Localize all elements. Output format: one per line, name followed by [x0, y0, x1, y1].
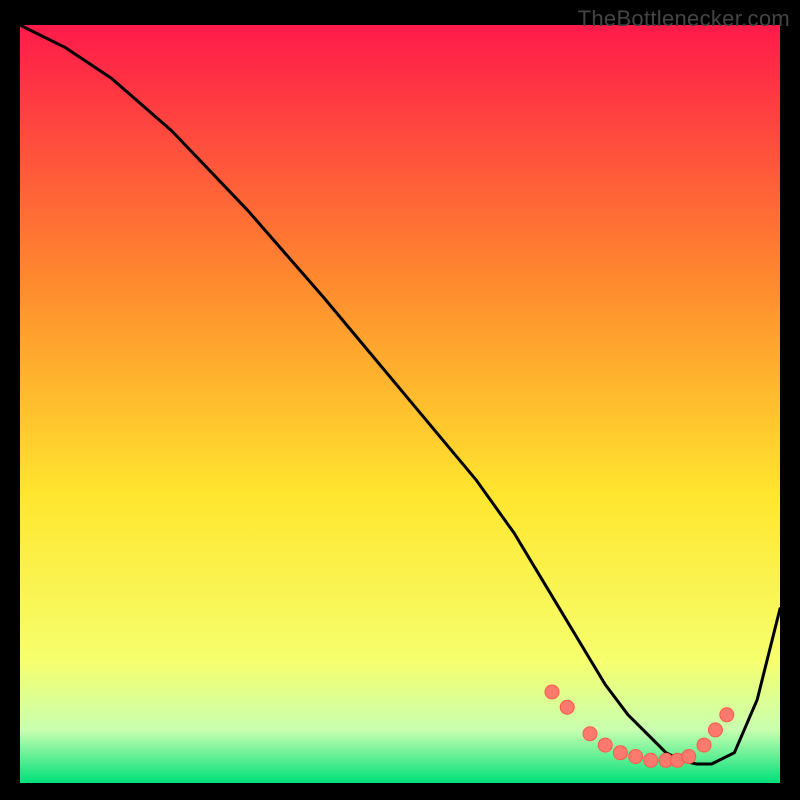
bottleneck-chart [0, 0, 800, 800]
marker-dot [545, 685, 559, 699]
marker-dot [598, 738, 612, 752]
attribution-text: TheBottlenecker.com [578, 6, 790, 32]
marker-dot [682, 750, 696, 764]
marker-dot [644, 753, 658, 767]
marker-dot [560, 700, 574, 714]
marker-dot [613, 746, 627, 760]
marker-dot [720, 708, 734, 722]
marker-dot [697, 738, 711, 752]
chart-stage: TheBottlenecker.com [0, 0, 800, 800]
marker-dot [583, 727, 597, 741]
gradient-background [20, 25, 780, 783]
marker-dot [708, 723, 722, 737]
marker-dot [629, 750, 643, 764]
